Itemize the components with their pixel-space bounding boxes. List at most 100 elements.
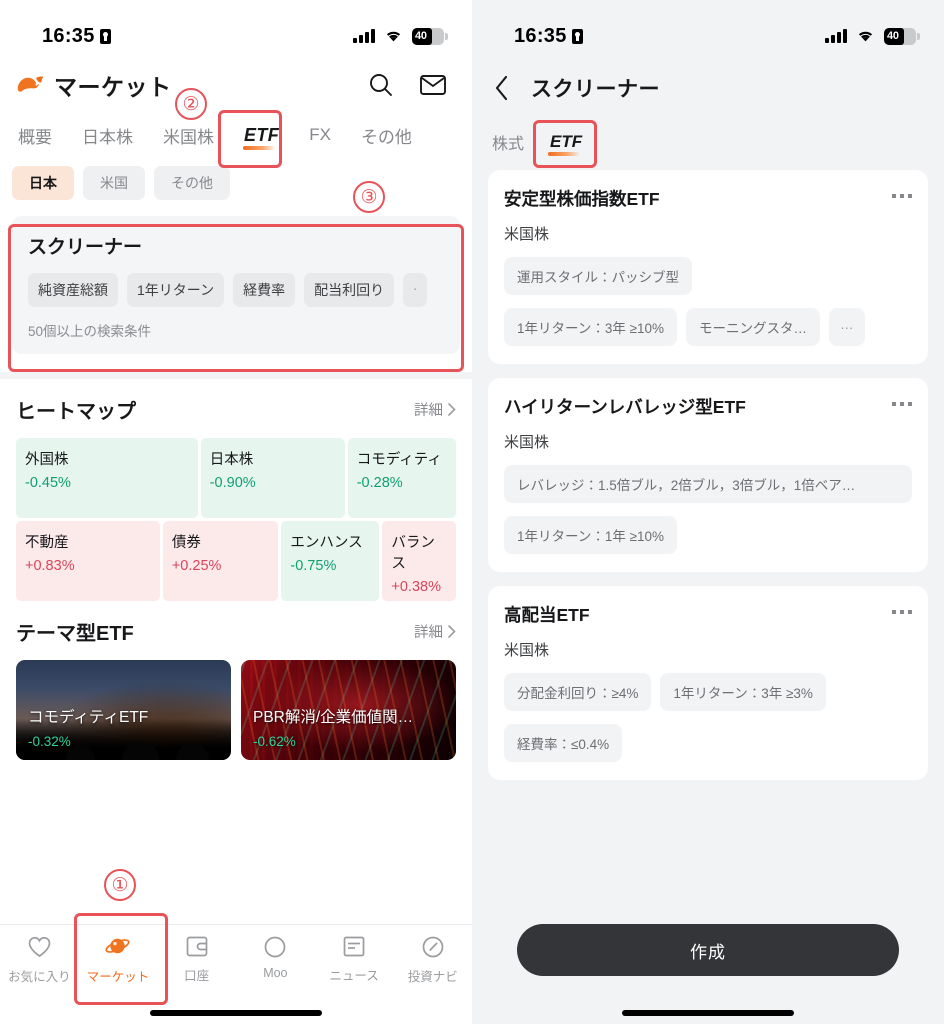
tab-overview[interactable]: 概要 (16, 120, 54, 151)
screener-type-tabs[interactable]: 株式 ETF (472, 110, 944, 162)
tab-investment-navi[interactable]: 投資ナビ (393, 935, 472, 985)
preset-card-header: 安定型株価指数ETF (504, 186, 912, 211)
heatmap-tile-japan-stocks[interactable]: 日本株 -0.90% (200, 438, 345, 518)
mail-icon[interactable] (420, 74, 446, 96)
screener-chip-net-assets[interactable]: 純資産総額 (28, 273, 118, 307)
theme-card-value: -0.62% (253, 734, 296, 749)
preset-card-market: 米国株 (504, 226, 550, 243)
heatmap-tile-name: 外国株 (25, 452, 69, 468)
preset-card-market: 米国株 (504, 642, 550, 659)
wallet-icon (186, 936, 208, 957)
page-title: マーケット (54, 74, 172, 100)
tab-etf[interactable]: ETF (544, 128, 588, 156)
more-options-icon[interactable] (892, 186, 912, 198)
heatmap-row-1: 外国株 -0.45% 日本株 -0.90% コモディティ -0.28% (16, 438, 456, 518)
heatmap-tile-foreign-stocks[interactable]: 外国株 -0.45% (16, 438, 198, 518)
battery-icon: 40 (412, 27, 448, 45)
heatmap-tile-value: -0.45% (25, 475, 71, 491)
heatmap-tile-balance[interactable]: バランス +0.38% (382, 521, 456, 601)
tab-label: ニュース (329, 969, 379, 983)
heatmap-tile-commodity[interactable]: コモディティ -0.28% (347, 438, 456, 518)
screener-card[interactable]: スクリーナー 純資産総額 1年リターン 経費率 配当利回り · 50個以上の検索… (12, 216, 460, 354)
heatmap-grid: 外国株 -0.45% 日本株 -0.90% コモディティ -0.28% 不動産 (16, 438, 456, 601)
preset-card-name: ハイリターンレバレッジ型ETF (504, 397, 746, 417)
preset-card-high-dividend-etf[interactable]: 高配当ETF 米国株 分配金利回り：≥4% 1年リターン：3年 ≥3% 経費率：… (488, 586, 928, 780)
tab-label: マーケット (86, 970, 150, 984)
theme-etf-more-link[interactable]: 詳細 (414, 621, 456, 642)
tab-fx[interactable]: FX (307, 122, 333, 148)
heatmap-tile-name: 債券 (171, 535, 201, 551)
create-button[interactable]: 作成 (517, 924, 899, 976)
preset-card-stable-index-etf[interactable]: 安定型株価指数ETF 米国株 運用スタイル：パッシブ型 1年リターン：3年 ≥1… (488, 170, 928, 364)
heatmap-tile-value: +0.38% (391, 579, 441, 595)
preset-tag[interactable]: 分配金利回り：≥4% (504, 673, 652, 711)
appbar-actions (368, 72, 454, 98)
heatmap-row-2: 不動産 +0.83% 債券 +0.25% エンハンス -0.75% バランス +… (16, 521, 456, 601)
cellular-signal-icon (353, 29, 375, 43)
preset-tag[interactable]: 経費率：≤0.4% (504, 724, 623, 762)
status-bar-left: 16:35 40 (0, 0, 472, 58)
tab-favorites[interactable]: お気に入り (0, 935, 79, 985)
tab-japan-stocks[interactable]: 日本株 (80, 120, 135, 151)
preset-tag[interactable]: モーニングスタ… (686, 308, 821, 346)
region-chip-us[interactable]: 米国 (83, 166, 145, 200)
tab-moo[interactable]: Moo (236, 935, 315, 980)
more-options-icon[interactable] (892, 394, 912, 406)
screener-chip-expense-ratio[interactable]: 経費率 (233, 273, 296, 307)
heatmap-tile-value: -0.75% (290, 558, 337, 574)
theme-etf-header: テーマ型ETF 詳細 (16, 617, 456, 646)
screener-chip-more[interactable]: · (403, 273, 428, 307)
preset-tag[interactable]: 運用スタイル：パッシブ型 (504, 257, 692, 295)
heatmap-tile-name: コモディティ (356, 452, 442, 468)
tab-etf[interactable]: ETF (242, 122, 281, 150)
right-phone-screen: 16:35 40 スクリーナー 株式 ETF 安定型株価指数ETF 米国株 運用… (472, 0, 944, 1024)
time-text: 16:35 (42, 24, 95, 47)
create-button-container: 作成 (472, 924, 944, 976)
region-chip-japan[interactable]: 日本 (12, 166, 74, 200)
preset-tag[interactable]: レバレッジ：1.5倍ブル，2倍ブル，3倍ブル，1倍ベア… (504, 465, 912, 503)
tab-market[interactable]: マーケット (79, 935, 158, 985)
tab-news[interactable]: ニュース (315, 935, 394, 984)
screener-chip-1y-return[interactable]: 1年リターン (127, 273, 225, 307)
tab-account[interactable]: 口座 (157, 935, 236, 984)
heatmap-tile-real-estate[interactable]: 不動産 +0.83% (16, 521, 160, 601)
tab-others[interactable]: その他 (359, 120, 414, 151)
theme-card-commodity-etf[interactable]: コモディティETF -0.32% (16, 660, 231, 760)
tab-us-stocks[interactable]: 米国株 (161, 120, 216, 151)
screener-chip-row[interactable]: 純資産総額 1年リターン 経費率 配当利回り · (28, 273, 444, 307)
heatmap-more-link[interactable]: 詳細 (414, 399, 456, 420)
preset-card-tag-row: 経費率：≤0.4% (504, 724, 912, 762)
preset-card-header: 高配当ETF (504, 602, 912, 627)
preset-card-high-return-leveraged-etf[interactable]: ハイリターンレバレッジ型ETF 米国株 レバレッジ：1.5倍ブル，2倍ブル，3倍… (488, 378, 928, 572)
news-icon (343, 936, 365, 957)
preset-tag-more[interactable]: … (829, 308, 865, 346)
preset-card-name: 安定型株価指数ETF (504, 189, 660, 209)
preset-tag[interactable]: 1年リターン：3年 ≥3% (660, 673, 826, 711)
preset-card-header: ハイリターンレバレッジ型ETF (504, 394, 912, 419)
chevron-right-icon (448, 625, 456, 638)
region-filter-chips[interactable]: 日本 米国 その他 (0, 156, 472, 200)
heatmap-tile-bonds[interactable]: 債券 +0.25% (162, 521, 279, 601)
market-category-tabs[interactable]: 概要 日本株 米国株 ETF FX その他 (0, 106, 472, 156)
callout-marker-1: ① (104, 869, 136, 901)
heatmap-tile-name: エンハンス (290, 535, 363, 551)
preset-tag[interactable]: 1年リターン：1年 ≥10% (504, 516, 678, 554)
chevron-left-icon[interactable] (494, 75, 509, 101)
battery-percent: 40 (887, 30, 899, 42)
more-options-icon[interactable] (892, 602, 912, 614)
heatmap-tile-name: 不動産 (25, 535, 69, 551)
screener-chip-dividend-yield[interactable]: 配当利回り (304, 273, 395, 307)
theme-card-pbr-etf[interactable]: PBR解消/企業価値関… -0.62% (241, 660, 456, 760)
search-icon[interactable] (368, 72, 394, 98)
region-chip-others[interactable]: その他 (154, 166, 230, 200)
screener-subtitle: 50個以上の検索条件 (28, 324, 152, 339)
heatmap-header: ヒートマップ 詳細 (16, 395, 456, 424)
screener-section: スクリーナー 純資産総額 1年リターン 経費率 配当利回り · 50個以上の検索… (0, 200, 472, 354)
left-phone-screen: 16:35 40 マーケット 概要 日本株 米国株 ETF FX その他 日本 … (0, 0, 472, 1024)
bottom-tab-bar[interactable]: お気に入り マーケット 口座 Moo ニュース 投資ナビ (0, 924, 472, 1024)
tab-stocks[interactable]: 株式 (486, 126, 530, 158)
preset-tag[interactable]: 1年リターン：3年 ≥10% (504, 308, 678, 346)
home-indicator-right (622, 1010, 794, 1016)
moo-icon (264, 936, 286, 958)
heatmap-tile-enhanced[interactable]: エンハンス -0.75% (281, 521, 380, 601)
